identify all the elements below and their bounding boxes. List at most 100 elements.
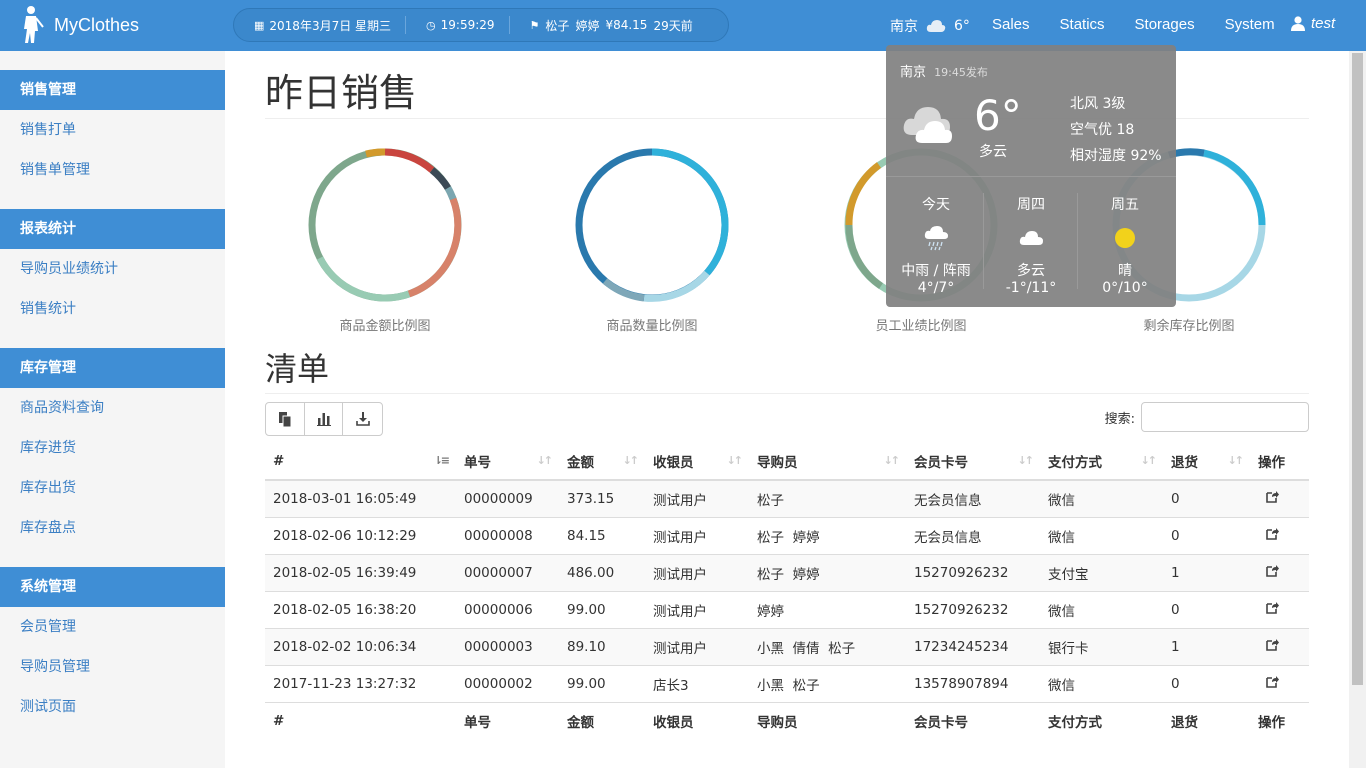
table-row: 2018-02-05 16:39:49 00000007 486.00 测试用户 松子 …	[265, 553, 1309, 591]
sidebar-item-guide-performance[interactable]: 导购员业绩统计	[0, 249, 225, 289]
cell-amount: 84.15	[559, 516, 645, 554]
forecast-friday: 周五 晴 0°/10°	[1077, 194, 1173, 296]
forecast-range: 0°/10°	[1102, 280, 1148, 296]
list-title: 清单	[265, 350, 330, 388]
sort-icon: ↓↑	[1140, 454, 1158, 467]
share-icon[interactable]	[1266, 527, 1279, 540]
col-header-time[interactable]: # ⇂≡	[265, 442, 456, 481]
weather-popover-desc: 多云	[979, 144, 1007, 160]
cell-action	[1250, 553, 1309, 591]
download-button[interactable]	[343, 403, 382, 435]
sidebar-group-title[interactable]: 库存管理	[0, 348, 225, 388]
navbar-weather[interactable]: 南京 6°	[890, 16, 970, 36]
copy-button[interactable]	[266, 403, 305, 435]
sidebar-item-sales-stats[interactable]: 销售统计	[0, 289, 225, 329]
sidebar-item-test-page[interactable]: 测试页面	[0, 687, 225, 727]
col-footer: 收银员	[645, 701, 749, 740]
col-footer: 支付方式	[1040, 701, 1163, 740]
sales-table: # ⇂≡ 单号 ↓↑ 金额 ↓↑ 收银员 ↓↑ 导购员 ↓↑ 会员卡号 ↓↑ 支付方式 ↓↑ …	[265, 442, 1309, 740]
sort-icon: ↓↑	[726, 454, 744, 467]
sidebar-item-stock-check[interactable]: 库存盘点	[0, 508, 225, 548]
col-header-card[interactable]: 会员卡号 ↓↑	[906, 442, 1040, 481]
col-header-cashier[interactable]: 收银员 ↓↑	[645, 442, 749, 481]
user-menu[interactable]: test	[1291, 15, 1335, 32]
share-icon[interactable]	[1266, 601, 1279, 614]
scrollbar-thumb[interactable]	[1352, 53, 1363, 685]
share-icon[interactable]	[1266, 638, 1279, 651]
cell-amount: 99.00	[559, 664, 645, 702]
cell-amount: 486.00	[559, 553, 645, 591]
sidebar-item-stock-out[interactable]: 库存出货	[0, 468, 225, 508]
cell-no: 00000008	[456, 516, 559, 554]
brand[interactable]: MyClothes	[18, 5, 139, 45]
weather-temp: 6°	[954, 18, 970, 34]
donut-chart	[575, 148, 729, 302]
col-header-no[interactable]: 单号 ↓↑	[456, 442, 559, 481]
nav-link-statics[interactable]: Statics	[1060, 16, 1105, 33]
search-input[interactable]	[1141, 402, 1309, 432]
cell-cashier: 店长3	[645, 664, 749, 702]
forecast-thursday: 周四 多云 -1°/11°	[983, 194, 1079, 296]
nav-link-sales[interactable]: Sales	[992, 16, 1030, 33]
sidebar-item-guides[interactable]: 导购员管理	[0, 647, 225, 687]
chart-product-amount: 商品金额比例图	[285, 145, 485, 334]
flag-icon: ⚑	[529, 18, 540, 32]
chart-caption: 剩余库存比例图	[1143, 319, 1235, 334]
cloud-icon	[926, 20, 946, 32]
nav-link-system[interactable]: System	[1225, 16, 1275, 33]
cell-no: 00000007	[456, 553, 559, 591]
col-footer: 导购员	[749, 701, 906, 740]
share-icon[interactable]	[1266, 564, 1279, 577]
sidebar-item-sales-order[interactable]: 销售打单	[0, 110, 225, 150]
col-header-action: 操作	[1250, 442, 1309, 481]
sidebar-item-members[interactable]: 会员管理	[0, 607, 225, 647]
col-header-guide[interactable]: 导购员 ↓↑	[749, 442, 906, 481]
col-footer: 金额	[559, 701, 645, 740]
rain-cloud-icon	[924, 226, 948, 251]
bar-chart-icon	[316, 413, 331, 426]
cell-guides: 小黑 松子	[749, 664, 906, 702]
cell-action	[1250, 479, 1309, 517]
chart-button[interactable]	[305, 403, 344, 435]
cell-action	[1250, 516, 1309, 554]
sidebar-group-sales: 销售管理 销售打单 销售单管理	[0, 70, 225, 190]
forecast-desc: 多云	[1017, 263, 1045, 279]
cell-pay: 微信	[1040, 664, 1163, 702]
sidebar-group-title[interactable]: 系统管理	[0, 567, 225, 607]
share-icon[interactable]	[1266, 490, 1279, 504]
sidebar-item-sales-order-manage[interactable]: 销售单管理	[0, 150, 225, 190]
weather-popover-header: 南京 19:45发布	[900, 61, 988, 80]
sidebar-group-title[interactable]: 报表统计	[0, 209, 225, 249]
sidebar-item-stock-in[interactable]: 库存进货	[0, 428, 225, 468]
cell-cashier: 测试用户	[645, 627, 749, 665]
col-header-return[interactable]: 退货 ↓↑	[1163, 442, 1250, 481]
cell-card: 17234245234	[906, 627, 1040, 665]
sidebar-item-product-query[interactable]: 商品资料查询	[0, 388, 225, 428]
brand-name: MyClothes	[54, 14, 140, 35]
col-footer: 退货	[1163, 701, 1250, 740]
col-header-pay[interactable]: 支付方式 ↓↑	[1040, 442, 1163, 481]
export-button-group	[265, 402, 383, 436]
current-time: 19:59:29	[440, 18, 495, 32]
cell-guides: 松子 婷婷	[749, 553, 906, 591]
cell-action	[1250, 664, 1309, 702]
col-header-amount[interactable]: 金额 ↓↑	[559, 442, 645, 481]
user-icon	[1291, 16, 1305, 31]
cell-cashier: 测试用户	[645, 479, 749, 517]
cell-time: 2018-03-01 16:05:49	[265, 479, 456, 517]
weather-stats: 北风 3级 空气优 18 相对湿度 92%	[1070, 91, 1162, 169]
cell-no: 00000006	[456, 590, 559, 628]
sidebar-group-title[interactable]: 销售管理	[0, 70, 225, 110]
chart-caption: 员工业绩比例图	[875, 319, 967, 334]
username: test	[1311, 15, 1336, 32]
table-row: 2018-02-06 10:12:29 00000008 84.15 测试用户 松子 婷…	[265, 516, 1309, 554]
share-icon[interactable]	[1266, 675, 1279, 688]
donut-chart	[308, 148, 462, 302]
nav-link-storages[interactable]: Storages	[1135, 16, 1195, 33]
cell-amount: 99.00	[559, 590, 645, 628]
nav-links: Sales Statics Storages System	[992, 16, 1305, 33]
vertical-scrollbar[interactable]	[1349, 51, 1366, 768]
forecast-today: 今天 中雨 / 阵雨 4°/7°	[888, 194, 984, 296]
sort-desc-icon: ⇂≡	[433, 454, 451, 467]
sort-icon: ↓↑	[1017, 454, 1035, 467]
